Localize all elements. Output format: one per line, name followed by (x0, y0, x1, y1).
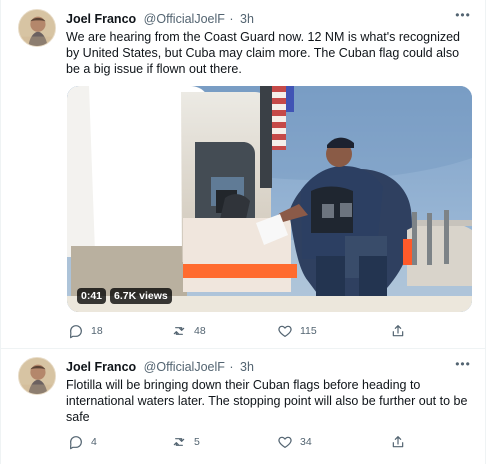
video-thumbnail (67, 86, 472, 312)
avatar-image (19, 358, 55, 394)
author-handle[interactable]: @OfficialJoelF (144, 360, 225, 374)
more-icon[interactable]: ••• (454, 355, 472, 373)
like-button[interactable]: 115 (276, 322, 317, 340)
like-icon (276, 433, 294, 451)
more-icon[interactable]: ••• (454, 6, 472, 24)
tweet-text: Flotilla will be bringing down their Cub… (66, 378, 468, 424)
tweet[interactable]: Joel Franco @OfficialJoelF · 3h ••• Flot… (1, 349, 485, 464)
like-icon (276, 322, 294, 340)
tweet-text: We are hearing from the Coast Guard now.… (66, 30, 461, 76)
share-icon (389, 433, 407, 451)
share-button[interactable] (389, 433, 413, 451)
like-count: 115 (300, 325, 317, 337)
like-button[interactable]: 34 (276, 433, 312, 451)
tweet-header: Joel Franco @OfficialJoelF · 3h (66, 359, 461, 375)
author-name[interactable]: Joel Franco (66, 12, 136, 26)
tweet-actions: 4 5 34 (67, 433, 473, 451)
retweet-count: 5 (194, 436, 200, 448)
tweet-header: Joel Franco @OfficialJoelF · 3h (66, 11, 461, 27)
tweet[interactable]: Joel Franco @OfficialJoelF · 3h ••• We a… (1, 0, 485, 349)
reply-count: 4 (91, 436, 97, 448)
tweet-thread: Joel Franco @OfficialJoelF · 3h ••• We a… (0, 0, 486, 464)
video-duration: 0:41 (77, 288, 107, 304)
video-views: 6.7K views (110, 288, 172, 304)
tweet-actions: 18 48 115 (67, 322, 473, 340)
avatar[interactable] (18, 357, 56, 395)
video-overlay-badges: 0:41 6.7K views (77, 288, 172, 304)
avatar[interactable] (18, 9, 56, 47)
tweet-time[interactable]: 3h (240, 12, 254, 26)
retweet-count: 48 (194, 325, 206, 337)
reply-button[interactable]: 4 (67, 433, 97, 451)
like-count: 34 (300, 436, 312, 448)
share-icon (389, 322, 407, 340)
share-button[interactable] (389, 322, 413, 340)
reply-button[interactable]: 18 (67, 322, 103, 340)
avatar-image (19, 10, 55, 46)
reply-icon (67, 322, 85, 340)
retweet-icon (170, 322, 188, 340)
reply-icon (67, 433, 85, 451)
retweet-button[interactable]: 5 (170, 433, 200, 451)
author-name[interactable]: Joel Franco (66, 360, 136, 374)
header-separator: · (229, 360, 234, 374)
author-handle[interactable]: @OfficialJoelF (144, 12, 225, 26)
reply-count: 18 (91, 325, 103, 337)
header-separator: · (229, 12, 234, 26)
retweet-icon (170, 433, 188, 451)
video-player[interactable] (67, 86, 472, 312)
tweet-time[interactable]: 3h (240, 360, 254, 374)
retweet-button[interactable]: 48 (170, 322, 206, 340)
